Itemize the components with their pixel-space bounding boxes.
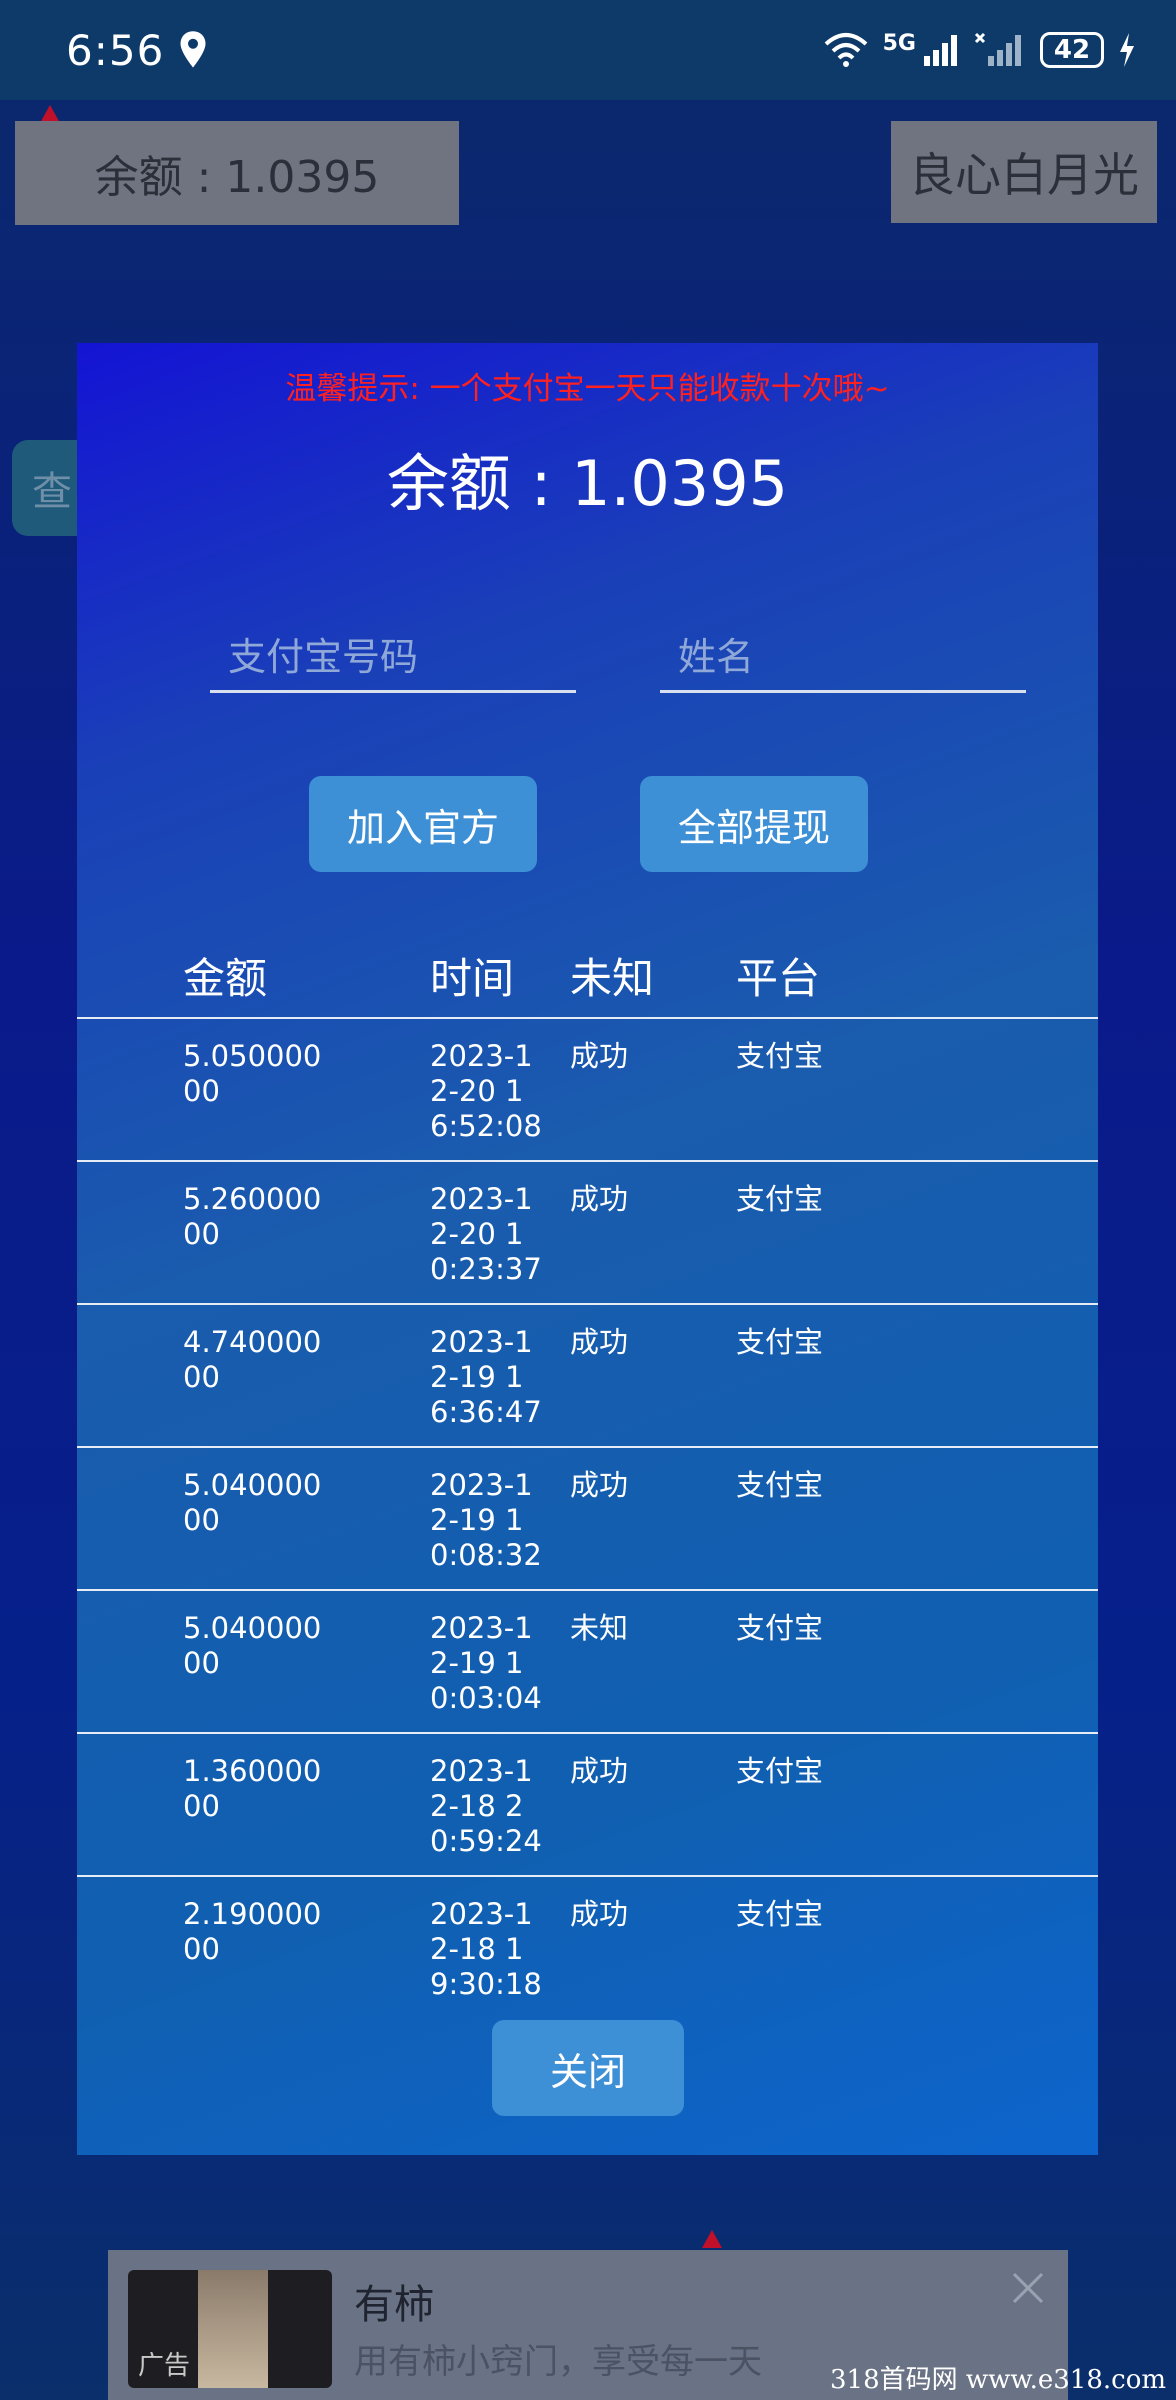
table-row: 5.04000000 2023-12-19 10:08:32 成功 支付宝 bbox=[77, 1448, 1098, 1591]
cell-amount: 2.19000000 bbox=[183, 1897, 322, 1966]
cell-platform: 支付宝 bbox=[736, 1611, 824, 1645]
header-amount: 金额 bbox=[183, 953, 268, 1003]
withdraw-modal: 温馨提示: 一个支付宝一天只能收款十次哦~ 余额 : 1.0395 加入官方 全… bbox=[77, 343, 1098, 2155]
status-bar: 6:56 5G 42 bbox=[0, 0, 1176, 100]
name-input[interactable] bbox=[660, 623, 1026, 693]
background-balance: 余额 : 1.0395 bbox=[15, 121, 459, 225]
ad-description[interactable]: 用有柿小窍门，享受每一天 bbox=[354, 2334, 762, 2383]
cell-time: 2023-12-20 16:52:08 bbox=[430, 1039, 542, 1143]
table-row: 5.05000000 2023-12-20 16:52:08 成功 支付宝 bbox=[77, 1019, 1098, 1162]
cell-time: 2023-12-18 20:59:24 bbox=[430, 1754, 542, 1858]
ad-tag: 广告 bbox=[138, 2351, 191, 2381]
background-username-button[interactable]: 良心白月光 bbox=[891, 121, 1157, 223]
signal-noservice-icon bbox=[974, 32, 1021, 66]
cell-amount: 1.36000000 bbox=[183, 1754, 322, 1823]
cell-status: 成功 bbox=[570, 1182, 629, 1216]
cell-platform: 支付宝 bbox=[736, 1325, 824, 1359]
cell-time: 2023-12-18 19:30:18 bbox=[430, 1897, 542, 2001]
cell-status: 未知 bbox=[570, 1611, 629, 1645]
header-platform: 平台 bbox=[736, 953, 821, 1003]
withdraw-all-button[interactable]: 全部提现 bbox=[640, 776, 868, 872]
cell-time: 2023-12-20 10:23:37 bbox=[430, 1182, 542, 1286]
ad-thumbnail[interactable]: 广告 bbox=[128, 2270, 332, 2388]
close-button[interactable]: 关闭 bbox=[492, 2020, 684, 2116]
cell-status: 成功 bbox=[570, 1468, 629, 1502]
wifi-icon bbox=[824, 33, 867, 67]
join-official-button[interactable]: 加入官方 bbox=[309, 776, 537, 872]
battery-level: 42 bbox=[1053, 35, 1091, 65]
cell-amount: 5.04000000 bbox=[183, 1611, 322, 1680]
header-time: 时间 bbox=[430, 953, 515, 1003]
cell-platform: 支付宝 bbox=[736, 1897, 824, 1931]
red-marker bbox=[702, 2230, 722, 2248]
table-row: 2.19000000 2023-12-18 19:30:18 成功 支付宝 bbox=[77, 1877, 1098, 2020]
cell-amount: 5.05000000 bbox=[183, 1039, 322, 1108]
status-time: 6:56 bbox=[66, 25, 165, 75]
cell-status: 成功 bbox=[570, 1325, 629, 1359]
ad-title[interactable]: 有柿 bbox=[354, 2272, 434, 2330]
modal-balance: 余额 : 1.0395 bbox=[386, 447, 789, 520]
charging-icon bbox=[1120, 33, 1134, 67]
alipay-account-input[interactable] bbox=[210, 623, 576, 693]
cell-time: 2023-12-19 10:03:04 bbox=[430, 1611, 542, 1715]
table-header: 金额 时间 未知 平台 bbox=[77, 933, 1098, 1019]
cell-platform: 支付宝 bbox=[736, 1754, 824, 1788]
location-icon bbox=[180, 31, 206, 68]
signal-icon bbox=[924, 35, 957, 66]
network-type: 5G bbox=[882, 30, 916, 56]
records-table: 金额 时间 未知 平台 5.05000000 2023-12-20 16:52:… bbox=[77, 933, 1098, 2020]
cell-amount: 5.26000000 bbox=[183, 1182, 322, 1251]
cell-status: 成功 bbox=[570, 1897, 629, 1931]
cell-time: 2023-12-19 10:08:32 bbox=[430, 1468, 542, 1572]
tip-text: 温馨提示: 一个支付宝一天只能收款十次哦~ bbox=[285, 371, 890, 407]
table-row: 1.36000000 2023-12-18 20:59:24 成功 支付宝 bbox=[77, 1734, 1098, 1877]
header-unknown: 未知 bbox=[570, 953, 655, 1003]
ad-close-icon[interactable] bbox=[1008, 2268, 1048, 2308]
cell-amount: 5.04000000 bbox=[183, 1468, 322, 1537]
cell-amount: 4.74000000 bbox=[183, 1325, 322, 1394]
watermark: 318首码网 www.e318.com bbox=[830, 2365, 1166, 2395]
cell-status: 成功 bbox=[570, 1754, 629, 1788]
cell-platform: 支付宝 bbox=[736, 1468, 824, 1502]
table-row: 5.04000000 2023-12-19 10:03:04 未知 支付宝 bbox=[77, 1591, 1098, 1734]
cell-time: 2023-12-19 16:36:47 bbox=[430, 1325, 542, 1429]
cell-platform: 支付宝 bbox=[736, 1182, 824, 1216]
cell-status: 成功 bbox=[570, 1039, 629, 1073]
table-row: 5.26000000 2023-12-20 10:23:37 成功 支付宝 bbox=[77, 1162, 1098, 1305]
table-row: 4.74000000 2023-12-19 16:36:47 成功 支付宝 bbox=[77, 1305, 1098, 1448]
battery-icon: 42 bbox=[1040, 32, 1104, 68]
cell-platform: 支付宝 bbox=[736, 1039, 824, 1073]
